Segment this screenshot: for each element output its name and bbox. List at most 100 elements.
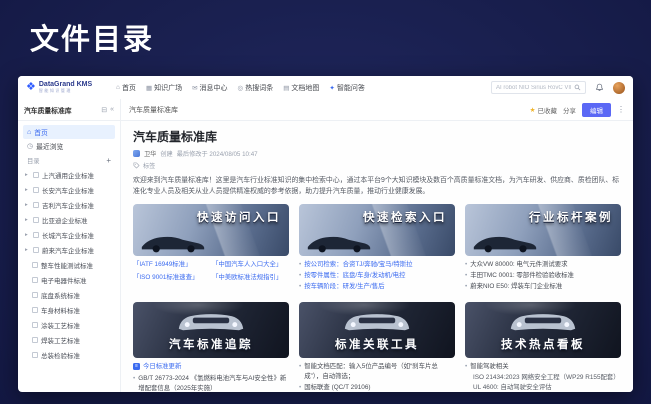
nav-item-doc-map[interactable]: ▤文档地图	[283, 83, 319, 93]
nav-item-hot-terms[interactable]: ◎热搜词条	[238, 83, 274, 93]
tags-label[interactable]: 标签	[143, 161, 155, 170]
checkbox[interactable]	[32, 307, 38, 313]
tree-node-child[interactable]: 底盘系统标准	[23, 287, 115, 302]
tree-node-child[interactable]: 总装检验标准	[23, 347, 115, 362]
notifications-bell-icon[interactable]	[594, 82, 605, 93]
link[interactable]: 「中美欧标准法规指引」	[212, 273, 289, 283]
checkbox[interactable]	[33, 217, 39, 223]
banner-association-tool[interactable]: 标准关联工具	[299, 302, 455, 358]
card-standard-association-tool: 标准关联工具 •智能文档匹配：输入5位产品编号（如“刹车片总成”），自动筛选； …	[299, 302, 455, 392]
share-button[interactable]: 分享	[563, 105, 576, 115]
tree-node[interactable]: ▸蔚来汽车企业标准	[23, 242, 115, 257]
sidebar-panel-title: 汽车质量标准库	[24, 105, 98, 115]
search-input[interactable]	[496, 85, 571, 91]
breadcrumb[interactable]: 汽车质量标准库	[129, 105, 178, 115]
tree-node-child[interactable]: 涂装工艺标准	[23, 317, 115, 332]
user-avatar[interactable]	[613, 82, 625, 94]
checkbox[interactable]	[32, 322, 38, 328]
banner-quick-search[interactable]: 快速检索入口	[299, 204, 455, 256]
tree-node-child[interactable]: 焊装工艺标准	[23, 332, 115, 347]
car-image	[501, 305, 585, 334]
sidebar: ⌂ 首页 ◷ 最近浏览 目录 + ▸上汽通用企业标准 ▸长安汽车企业标准 ▸吉利…	[18, 121, 121, 392]
nav-item-message-center[interactable]: ✉消息中心	[192, 83, 227, 93]
banner-benchmark-cases[interactable]: 行业标杆案例	[465, 204, 621, 256]
page-title: 文件目录	[30, 16, 154, 58]
caret-icon[interactable]: ▸	[25, 217, 30, 223]
modified-time: 最后修改于 2024/08/05 10:47	[177, 149, 258, 158]
checkbox[interactable]	[32, 277, 38, 283]
banner-standard-tracking[interactable]: 汽车标准追踪	[133, 302, 289, 358]
banner-tech-hotspot[interactable]: 技术热点看板	[465, 302, 621, 358]
checkbox[interactable]	[32, 292, 38, 298]
caret-icon[interactable]: ▸	[25, 187, 30, 193]
list-item[interactable]: ISO 21434:2023 网络安全工程（WP29 R155配套）	[465, 373, 621, 383]
tree-node[interactable]: ▸比亚迪企业标准	[23, 212, 115, 227]
banner-quick-access[interactable]: 快速访问入口	[133, 204, 289, 256]
app-window: ❖ DataGrand KMS 智能知识管理 ⌂首页 ▦知识广场 ✉消息中心 ◎…	[18, 76, 633, 392]
list-item[interactable]: •大众VW 80000: 电气元件测试要求	[465, 260, 621, 270]
list-item[interactable]: •GB/T 26773-2024 《氢燃料电池汽车与AI安全性》新增配套信息（2…	[133, 374, 289, 392]
list-item[interactable]: •丰田TMC 0001: 零部件检验验收标准	[465, 271, 621, 281]
list-item[interactable]: UL 4600: 自动驾驶安全评估	[465, 383, 621, 392]
bullet-icon: •	[465, 362, 467, 372]
global-search[interactable]	[491, 81, 586, 94]
sidebar-panel-header: 汽车质量标准库 ⊟ «	[18, 99, 121, 120]
checkbox[interactable]	[33, 172, 39, 178]
checkbox[interactable]	[33, 187, 39, 193]
author-name[interactable]: 卫华	[144, 149, 156, 158]
list-item[interactable]: •按车辆阶段：研发/生产/售后	[299, 282, 455, 292]
more-menu-icon[interactable]: ⋮	[617, 105, 625, 114]
list-item[interactable]: •智能文档匹配：输入5位产品编号（如“刹车片总成”），自动筛选；	[299, 362, 455, 382]
tree-node-child[interactable]: 整车性能测试标准	[23, 257, 115, 272]
nav-item-knowledge-square[interactable]: ▦知识广场	[146, 83, 182, 93]
caret-icon[interactable]: ▸	[25, 247, 30, 253]
checkbox[interactable]	[32, 337, 38, 343]
caret-icon[interactable]: ▸	[25, 232, 30, 238]
nav-item-smart-qa[interactable]: ✦智能问答	[329, 83, 364, 93]
add-directory-button[interactable]: +	[106, 156, 111, 165]
brand-subtitle: 智能知识管理	[39, 89, 92, 93]
list-item[interactable]: •智能驾驶相关	[465, 362, 621, 372]
tree-node[interactable]: ▸上汽通用企业标准	[23, 167, 115, 182]
bullet-icon: •	[299, 271, 301, 281]
tree-node-child[interactable]: 车身材料标准	[23, 302, 115, 317]
sidebar-item-home[interactable]: ⌂ 首页	[23, 125, 115, 139]
tree-node[interactable]: ▸长安汽车企业标准	[23, 182, 115, 197]
directory-section-header: 目录 +	[23, 153, 115, 167]
star-icon: ★	[530, 106, 536, 114]
doc-title: 汽车质量标准库	[133, 128, 621, 145]
checkbox[interactable]	[33, 202, 39, 208]
brand-logo[interactable]: ❖ DataGrand KMS 智能知识管理	[26, 81, 102, 93]
checkbox[interactable]	[33, 232, 39, 238]
caret-icon[interactable]: ▸	[25, 172, 30, 178]
benchmark-list: •大众VW 80000: 电气元件测试要求 •丰田TMC 0001: 零部件检验…	[465, 260, 621, 292]
author-avatar	[133, 150, 140, 157]
bullet-icon: •	[299, 383, 301, 392]
banner-title: 标准关联工具	[335, 336, 419, 352]
collapse-panel-icon[interactable]: ⊟	[101, 106, 107, 114]
checkbox[interactable]	[33, 247, 39, 253]
list-item[interactable]: •按零件属性：底盘/车身/发动机/电控	[299, 271, 455, 281]
tree-node[interactable]: ▸长城汽车企业标准	[23, 227, 115, 242]
list-item[interactable]: •国标联查 (QC/T 29106)	[299, 383, 455, 392]
today-updates-link[interactable]: ≡ 今日标准更新	[133, 362, 289, 372]
caret-icon[interactable]: ▸	[25, 202, 30, 208]
checkbox[interactable]	[32, 262, 38, 268]
list-item[interactable]: •蔚来NIO E50: 焊装车门企业标准	[465, 282, 621, 292]
favorited-button[interactable]: ★已收藏	[530, 105, 557, 115]
link[interactable]: 「IATF 16949标准」	[133, 260, 210, 270]
map-icon: ▤	[283, 84, 289, 92]
nav-item-home[interactable]: ⌂首页	[116, 83, 136, 93]
tree-node-child[interactable]: 电子电器件标准	[23, 272, 115, 287]
link[interactable]: 「ISO 9001标准速查」	[133, 273, 210, 283]
tree-node[interactable]: ▸吉利汽车企业标准	[23, 197, 115, 212]
fold-left-icon[interactable]: «	[110, 106, 114, 113]
link[interactable]: 「中国汽车人入口大全」	[212, 260, 289, 270]
sidebar-item-recent[interactable]: ◷ 最近浏览	[23, 139, 115, 153]
edit-button[interactable]: 编辑	[582, 103, 611, 117]
mail-icon: ✉	[192, 84, 197, 92]
list-item[interactable]: •按公司检索：合资TJ/奔驰/宝马/特斯拉	[299, 260, 455, 270]
tag-icon	[133, 162, 140, 169]
checkbox[interactable]	[32, 352, 38, 358]
home-icon: ⌂	[27, 129, 31, 136]
